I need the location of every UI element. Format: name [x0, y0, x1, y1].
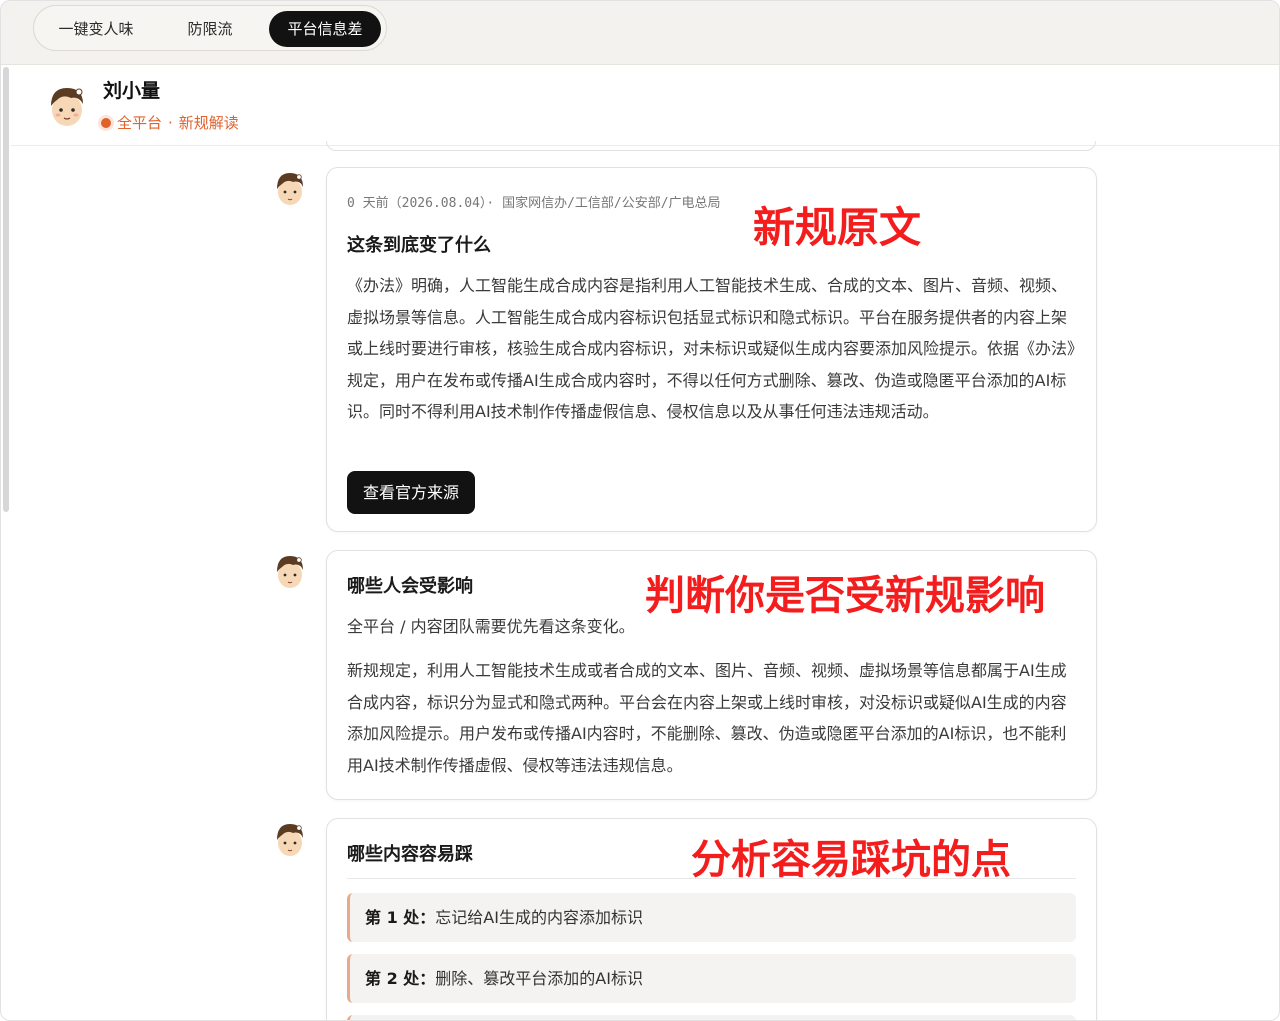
impact-card: 哪些人会受影响 全平台 / 内容团队需要优先看这条变化。 新规规定，利用人工智能… — [326, 550, 1097, 800]
risk-card: 哪些内容容易踩 分析容易踩坑的点 第 1 处：忘记给AI生成的内容添加标识 第 … — [326, 818, 1097, 1020]
risk-item: 第 1 处：忘记给AI生成的内容添加标识 — [347, 893, 1076, 942]
avatar — [51, 88, 83, 126]
avatar — [277, 824, 303, 856]
card-title: 哪些人会受影响 — [347, 576, 473, 597]
scrollbar[interactable] — [3, 67, 9, 512]
status-dot — [101, 117, 111, 128]
top-bar: 一键变人味 防限流 平台信息差 — [1, 1, 1279, 65]
risk-item-prefix: 第 2 处： — [365, 969, 436, 988]
platform-tag: 全平台 — [117, 114, 163, 132]
app-window: 一键变人味 防限流 平台信息差 刘小量 全平台 · 新规解读 0 天前（2026… — [0, 0, 1280, 1021]
annotation-label: 新规原文 — [753, 203, 922, 252]
profile-tags: 全平台 · 新规解读 — [101, 112, 239, 133]
mode-tabs: 一键变人味 防限流 平台信息差 — [33, 5, 387, 51]
risk-item-prefix: 第 1 处： — [365, 908, 436, 927]
tab-humanize[interactable]: 一键变人味 — [44, 11, 148, 47]
tab-anti-throttle[interactable]: 防限流 — [164, 11, 256, 47]
card-title: 哪些内容容易踩 — [347, 844, 473, 865]
avatar — [277, 173, 303, 205]
risk-item-text: 忘记给AI生成的内容添加标识 — [435, 908, 643, 927]
risk-item: 第 2 处：删除、篡改平台添加的AI标识 — [347, 954, 1076, 1003]
tab-platform-info[interactable]: 平台信息差 — [269, 11, 381, 47]
card-body: 新规规定，利用人工智能技术生成或者合成的文本、图片、音频、视频、虚拟场景等信息都… — [347, 661, 1067, 775]
annotation-label: 分析容易踩坑的点 — [691, 837, 1011, 883]
view-source-button[interactable]: 查看官方来源 — [347, 471, 475, 514]
regulation-card: 0 天前（2026.08.04）· 国家网信办/工信部/公安部/广电总局 这条到… — [326, 167, 1097, 532]
annotation-label: 判断你是否受新规影响 — [645, 573, 1045, 619]
card-meta: 0 天前（2026.08.04）· 国家网信办/工信部/公安部/广电总局 — [347, 196, 721, 211]
category-tag: 新规解读 — [178, 114, 239, 132]
previous-card-edge — [326, 141, 1096, 151]
card-body: 《办法》明确，人工智能生成合成内容是指利用人工智能技术生成、合成的文本、图片、音… — [347, 276, 1076, 421]
profile-header: 刘小量 全平台 · 新规解读 — [11, 66, 1279, 146]
risk-item — [347, 1015, 1076, 1020]
profile-name: 刘小量 — [103, 80, 161, 102]
risk-item-text: 删除、篡改平台添加的AI标识 — [435, 969, 643, 988]
tag-separator: · — [168, 113, 173, 132]
card-title: 这条到底变了什么 — [347, 235, 491, 256]
avatar — [277, 556, 303, 588]
